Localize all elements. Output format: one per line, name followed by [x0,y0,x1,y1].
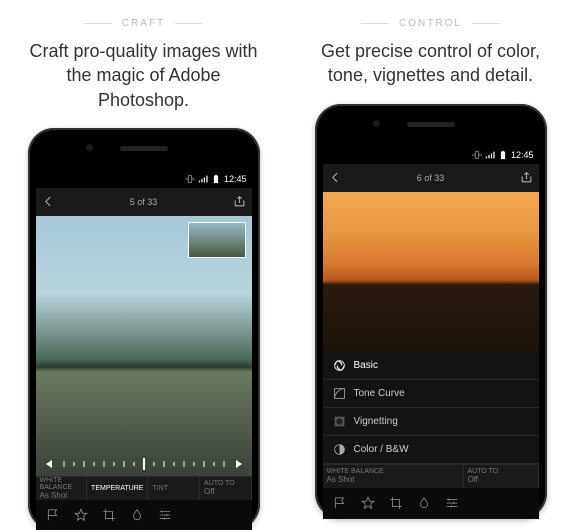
panel-label: Color / B&W [354,444,409,455]
adjustment-slider[interactable] [36,452,252,476]
crop-icon[interactable] [389,496,403,510]
phone-screen: 12:45 6 of 33 Basic Tone Curve [323,146,539,519]
signal-icon [485,150,495,160]
back-icon[interactable] [42,195,55,208]
promo-blurb: Craft pro-quality images with the magic … [20,39,267,112]
vignette-icon [333,415,346,428]
curve-icon [333,387,346,400]
panel-label: Basic [354,360,378,371]
vibrate-icon [472,150,482,160]
photo-preview[interactable] [323,192,539,352]
vibrate-icon [185,174,195,184]
white-balance-control[interactable]: WHITE BALANCEAs Shot [36,477,88,500]
droplet-icon[interactable] [130,508,144,522]
star-icon[interactable] [361,496,375,510]
tint-control[interactable]: TINT [148,477,200,500]
panel-row-tone-curve[interactable]: Tone Curve [323,380,539,408]
share-icon[interactable] [233,195,246,208]
sliders-icon[interactable] [445,496,459,510]
phone-frame: 12:45 5 of 33 WHITE BALANCEAs Shot [28,128,260,530]
bottom-toolbar [36,500,252,530]
flag-icon[interactable] [46,508,60,522]
android-status-bar: 12:45 [323,146,539,164]
battery-icon [211,174,221,184]
flag-icon[interactable] [333,496,347,510]
back-icon[interactable] [329,171,342,184]
panel-label: Vignetting [354,416,398,427]
color-bw-icon [333,443,346,456]
app-toolbar: 6 of 33 [323,164,539,192]
promo-column-craft: CRAFT Craft pro-quality images with the … [0,0,287,519]
adjustment-controls: WHITE BALANCEAs Shot TEMPERATURE TINT AU… [36,476,252,500]
aperture-icon [333,359,346,372]
section-tag: CONTROL [361,18,500,29]
crop-icon[interactable] [102,508,116,522]
app-toolbar: 5 of 33 [36,188,252,216]
panel-row-vignetting[interactable]: Vignetting [323,408,539,436]
auto-tone-control[interactable]: AUTO TOOff [200,477,252,500]
blurb-strong: Craft pro-quality images [29,41,220,61]
promo-blurb: Get precise control of color, tone, vign… [307,39,554,88]
android-status-bar: 12:45 [36,170,252,188]
section-tag: CRAFT [84,18,203,29]
temperature-control[interactable]: TEMPERATURE [87,477,148,500]
adjustment-controls: WHITE BALANCEAs Shot AUTO TOOff [323,464,539,488]
signal-icon [198,174,208,184]
photo-counter: 5 of 33 [61,197,227,207]
battery-icon [498,150,508,160]
phone-screen: 12:45 5 of 33 WHITE BALANCEAs Shot [36,170,252,530]
photo-preview[interactable] [36,216,252,476]
droplet-icon[interactable] [417,496,431,510]
panel-row-color-bw[interactable]: Color / B&W [323,436,539,464]
before-thumbnail[interactable] [188,222,246,258]
promo-column-control: CONTROL Get precise control of color, to… [287,0,574,519]
status-clock: 12:45 [511,150,534,160]
blurb-strong: Get precise control [321,41,472,61]
white-balance-control[interactable]: WHITE BALANCEAs Shot [323,465,464,488]
auto-tone-control[interactable]: AUTO TOOff [464,465,539,488]
edit-panel: Basic Tone Curve Vignetting Color / B&W [323,352,539,464]
panel-label: Tone Curve [354,388,405,399]
star-icon[interactable] [74,508,88,522]
bottom-toolbar [323,488,539,518]
phone-frame: 12:45 6 of 33 Basic Tone Curve [315,104,547,519]
sliders-icon[interactable] [158,508,172,522]
status-clock: 12:45 [224,174,247,184]
share-icon[interactable] [520,171,533,184]
panel-row-basic[interactable]: Basic [323,352,539,380]
photo-counter: 6 of 33 [348,173,514,183]
